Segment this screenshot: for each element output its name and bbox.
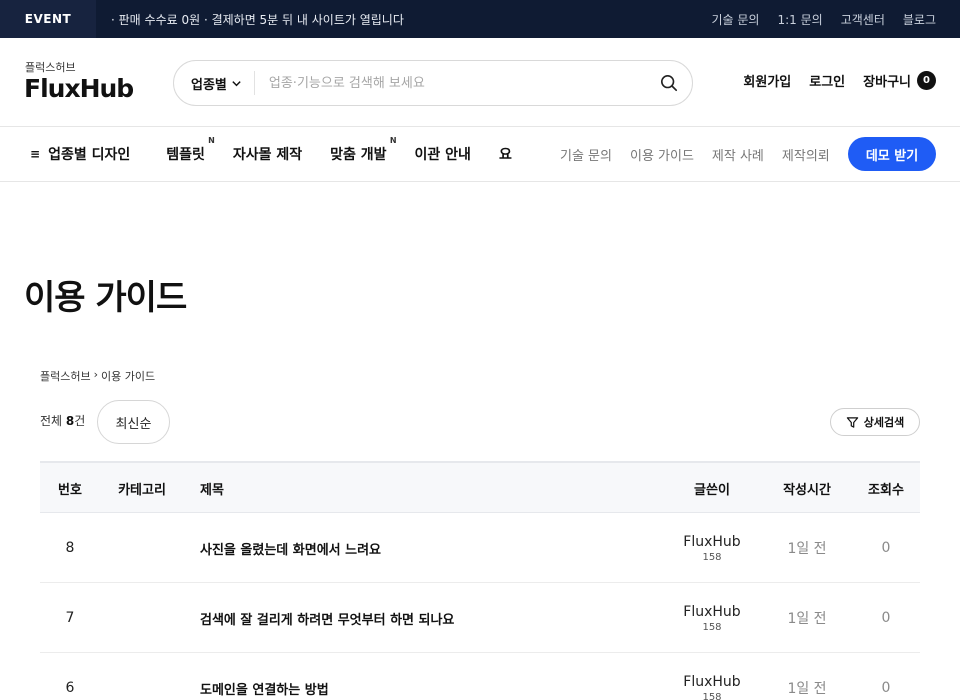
event-text[interactable]: · 판매 수수료 0원 · 결제하면 5분 뒤 내 사이트가 열립니다: [111, 11, 404, 28]
author-sub: 158: [702, 691, 722, 700]
event-bar: EVENT · 판매 수수료 0원 · 결제하면 5분 뒤 내 사이트가 열립니…: [0, 0, 960, 38]
nav-item-label: 업종별 디자인: [48, 147, 131, 163]
breadcrumb: 플럭스허브 › 이용 가이드: [40, 368, 155, 384]
search-input[interactable]: [268, 75, 649, 91]
row-time: 1일 전: [787, 681, 827, 697]
table-header: 번호 카테고리 제목 글쓴이 작성시간 조회수: [40, 461, 920, 513]
total-number: 8: [65, 414, 75, 428]
page-title: 이용 가이드: [24, 278, 187, 318]
nav-item-label: 맞춤 개발: [330, 147, 387, 163]
header-author: 글쓴이: [694, 482, 730, 498]
cart-label: 장바구니: [863, 75, 911, 90]
event-tag[interactable]: EVENT: [0, 0, 96, 38]
row-category: [102, 513, 182, 583]
table-row[interactable]: 7 검색에 잘 걸리게 하려면 무엇부터 하면 되나요 FluxHub 158 …: [40, 583, 920, 653]
row-title-link[interactable]: 검색에 잘 걸리게 하려면 무엇부터 하면 되나요: [200, 583, 660, 653]
filter-label: 상세검색: [863, 416, 905, 429]
top-link-blog[interactable]: 블로그: [903, 11, 936, 28]
nav-item-migration[interactable]: 이관 안내: [415, 144, 471, 164]
search-bar: 업종별: [173, 60, 693, 106]
top-link-customer-center[interactable]: 고객센터: [841, 11, 885, 28]
new-badge: N: [208, 136, 215, 145]
total-suffix: 건: [74, 414, 86, 428]
top-link-one-on-one[interactable]: 1:1 문의: [777, 11, 822, 28]
filter-icon: [846, 416, 858, 428]
header-account-links: 회원가입 로그인 장바구니 0: [743, 71, 936, 90]
nav-main-menu: ≡ 업종별 디자인 템플릿 N 자사몰 제작 맞춤 개발 N 이관 안내 요: [30, 127, 531, 181]
table-row[interactable]: 6 도메인을 연결하는 방법 FluxHub 158 1일 전 0: [40, 653, 920, 700]
main-navigation: ≡ 업종별 디자인 템플릿 N 자사몰 제작 맞춤 개발 N 이관 안내 요 기…: [0, 127, 960, 182]
row-time: 1일 전: [787, 541, 827, 557]
breadcrumb-separator: ›: [93, 368, 99, 381]
logo-subtitle: 플럭스허브: [25, 61, 76, 74]
cart-count-badge: 0: [917, 71, 936, 90]
row-author: FluxHub 158: [662, 653, 762, 700]
nav-sub-tech-inquiry[interactable]: 기술 문의: [560, 145, 612, 164]
nav-item-template[interactable]: 템플릿 N: [166, 136, 215, 164]
top-link-tech-inquiry[interactable]: 기술 문의: [712, 11, 760, 28]
row-number: 8: [65, 540, 75, 556]
advanced-search-button[interactable]: 상세검색: [830, 408, 920, 436]
row-number: 6: [65, 680, 75, 696]
row-number: 7: [65, 610, 75, 626]
header-views: 조회수: [868, 482, 904, 498]
nav-item-industry-design[interactable]: ≡ 업종별 디자인: [30, 144, 130, 164]
table-row[interactable]: 8 사진을 올렸는데 화면에서 느려요 FluxHub 158 1일 전 0: [40, 513, 920, 583]
top-utility-links: 기술 문의 1:1 문의 고객센터 블로그: [712, 0, 937, 38]
nav-item-label: 이관 안내: [414, 147, 471, 163]
row-time: 1일 전: [787, 611, 827, 627]
row-category: [102, 653, 182, 700]
total-count: 전체 8건: [40, 412, 85, 429]
chevron-down-icon: [232, 80, 241, 86]
nav-item-truncated[interactable]: 요: [499, 144, 512, 164]
row-author: FluxHub 158: [662, 583, 762, 653]
row-title-link[interactable]: 사진을 올렸는데 화면에서 느려요: [200, 513, 660, 583]
header-title: 제목: [200, 482, 224, 498]
nav-item-own-mall[interactable]: 자사몰 제작: [233, 144, 302, 164]
author-sub: 158: [702, 621, 722, 633]
row-views: 0: [881, 610, 891, 626]
nav-item-label: 자사몰 제작: [232, 147, 303, 163]
login-link[interactable]: 로그인: [809, 71, 845, 90]
row-category: [102, 583, 182, 653]
author-name: FluxHub: [683, 533, 741, 550]
guide-table: 번호 카테고리 제목 글쓴이 작성시간 조회수 8 사진을 올렸는데 화면에서 …: [40, 461, 920, 700]
cart-link[interactable]: 장바구니 0: [863, 71, 936, 90]
author-name: FluxHub: [683, 603, 741, 620]
search-icon: [660, 74, 678, 92]
row-title-link[interactable]: 도메인을 연결하는 방법: [200, 653, 660, 700]
demo-button[interactable]: 데모 받기: [848, 137, 936, 171]
nav-sub-guide[interactable]: 이용 가이드: [630, 145, 694, 164]
row-views: 0: [881, 540, 891, 556]
header-category: 카테고리: [118, 482, 166, 498]
header-num: 번호: [58, 482, 82, 498]
header: 플럭스허브 FluxHub 업종별 회원가입 로그인 장바구니 0: [0, 38, 960, 127]
author-name: FluxHub: [683, 673, 741, 690]
nav-sub-menu: 기술 문의 이용 가이드 제작 사례 제작의뢰: [560, 127, 830, 181]
logo[interactable]: FluxHub: [24, 74, 134, 103]
header-time: 작성시간: [783, 482, 831, 498]
sort-dropdown[interactable]: 최신순: [97, 400, 170, 444]
row-views: 0: [881, 680, 891, 696]
breadcrumb-home[interactable]: 플럭스허브: [40, 368, 91, 384]
search-button[interactable]: [649, 63, 689, 103]
search-category-dropdown[interactable]: 업종별: [174, 71, 255, 95]
total-prefix: 전체: [40, 414, 66, 428]
menu-icon: ≡: [30, 147, 41, 161]
signup-link[interactable]: 회원가입: [743, 71, 791, 90]
breadcrumb-current: 이용 가이드: [101, 370, 156, 383]
nav-item-label: 템플릿: [166, 147, 205, 163]
row-author: FluxHub 158: [662, 513, 762, 583]
nav-item-custom-dev[interactable]: 맞춤 개발 N: [330, 136, 396, 164]
nav-sub-cases[interactable]: 제작 사례: [712, 145, 764, 164]
nav-sub-request[interactable]: 제작의뢰: [782, 145, 830, 164]
nav-item-label: 요: [498, 147, 512, 163]
search-category-label: 업종별: [191, 77, 227, 93]
author-sub: 158: [702, 551, 722, 563]
new-badge: N: [389, 136, 397, 145]
